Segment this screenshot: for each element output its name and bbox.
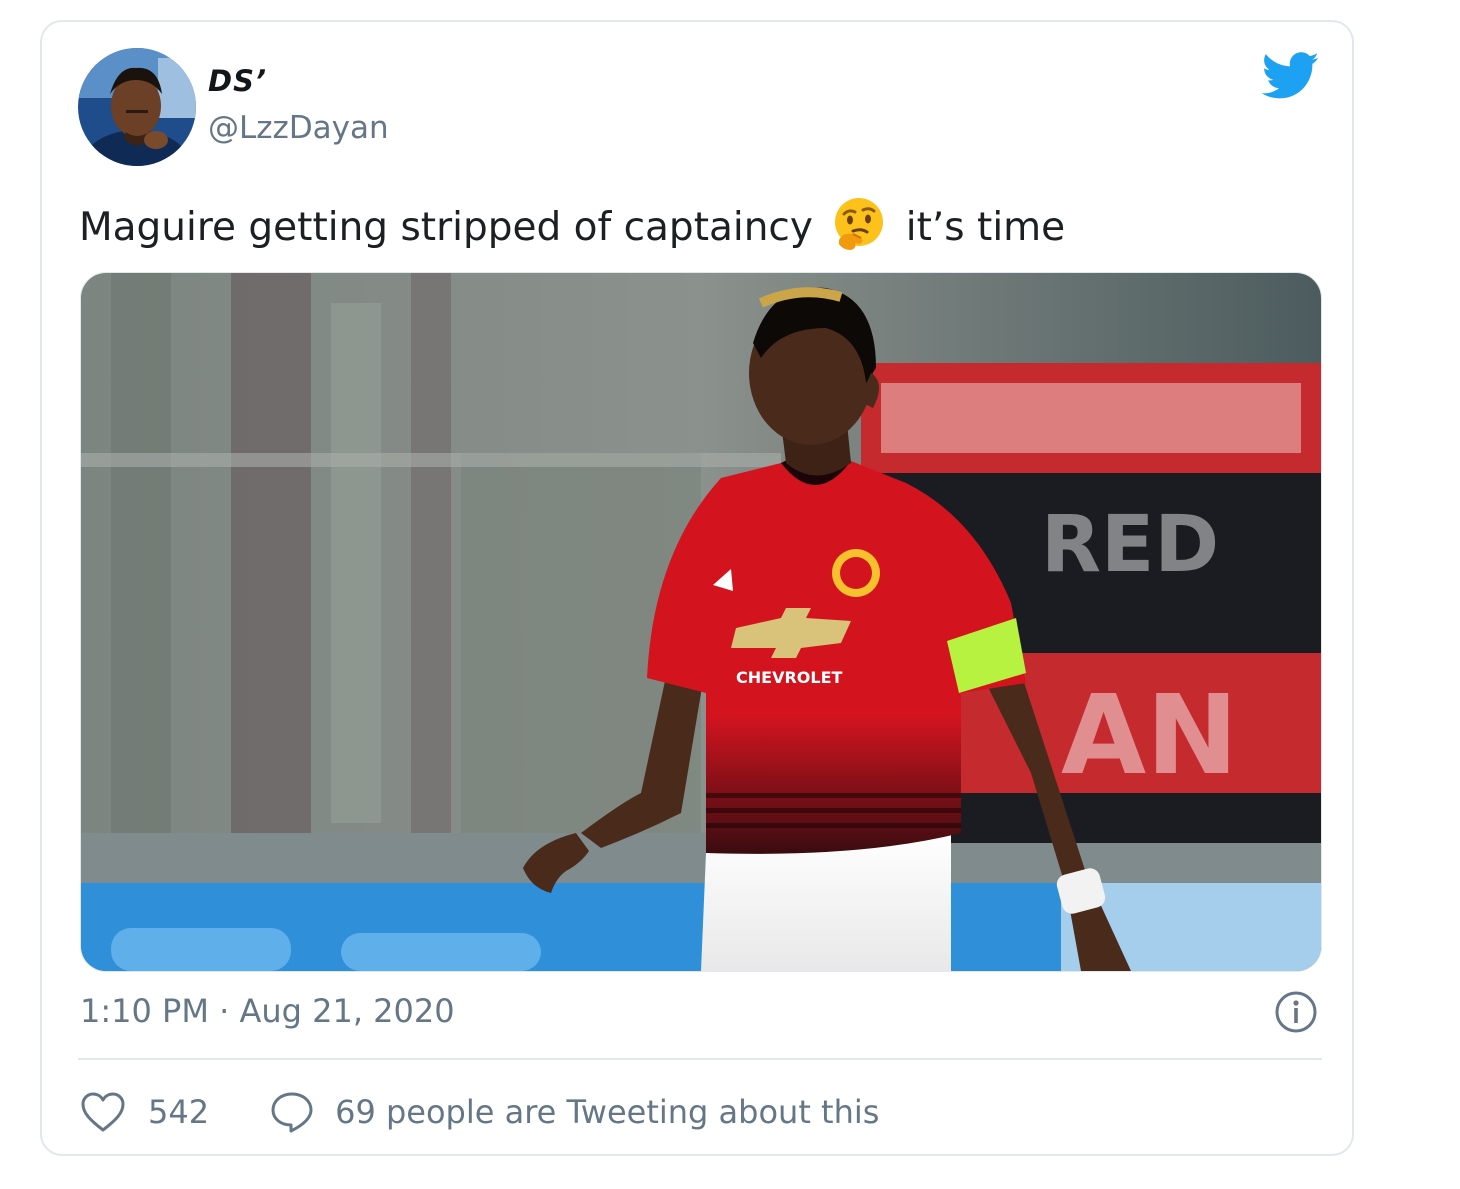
tweet-text: Maguire getting stripped of captaincy it… <box>79 196 1065 253</box>
tweet-actions: 542 69 people are Tweeting about this <box>80 1088 879 1136</box>
avatar[interactable] <box>78 48 196 166</box>
heart-icon[interactable] <box>80 1091 126 1133</box>
tweet-card[interactable]: DSʼ @LzzDayan Maguire getting stripped o… <box>40 20 1354 1156</box>
twitter-bird-icon[interactable] <box>1262 52 1320 100</box>
banner-text-an: AN <box>1061 671 1238 799</box>
tweet-text-part-2: it’s time <box>905 205 1066 250</box>
tweet-photo[interactable]: RED AN CHEVROLET <box>80 272 1322 972</box>
banner-text-red: RED <box>1041 500 1219 590</box>
author-name[interactable]: DSʼ <box>208 64 267 98</box>
tweeting-about-link[interactable]: 69 people are Tweeting about this <box>335 1093 879 1131</box>
author-handle[interactable]: @LzzDayan <box>208 110 389 146</box>
info-icon[interactable] <box>1274 990 1318 1034</box>
divider <box>78 1058 1322 1060</box>
thinking-face-icon <box>835 198 884 250</box>
shirt-sponsor-text: CHEVROLET <box>736 668 842 687</box>
speech-bubble-icon[interactable] <box>269 1090 315 1134</box>
tweet-text-part-1: Maguire getting stripped of captaincy <box>79 205 813 250</box>
like-count[interactable]: 542 <box>148 1093 209 1131</box>
tweet-timestamp[interactable]: 1:10 PM · Aug 21, 2020 <box>80 992 455 1030</box>
